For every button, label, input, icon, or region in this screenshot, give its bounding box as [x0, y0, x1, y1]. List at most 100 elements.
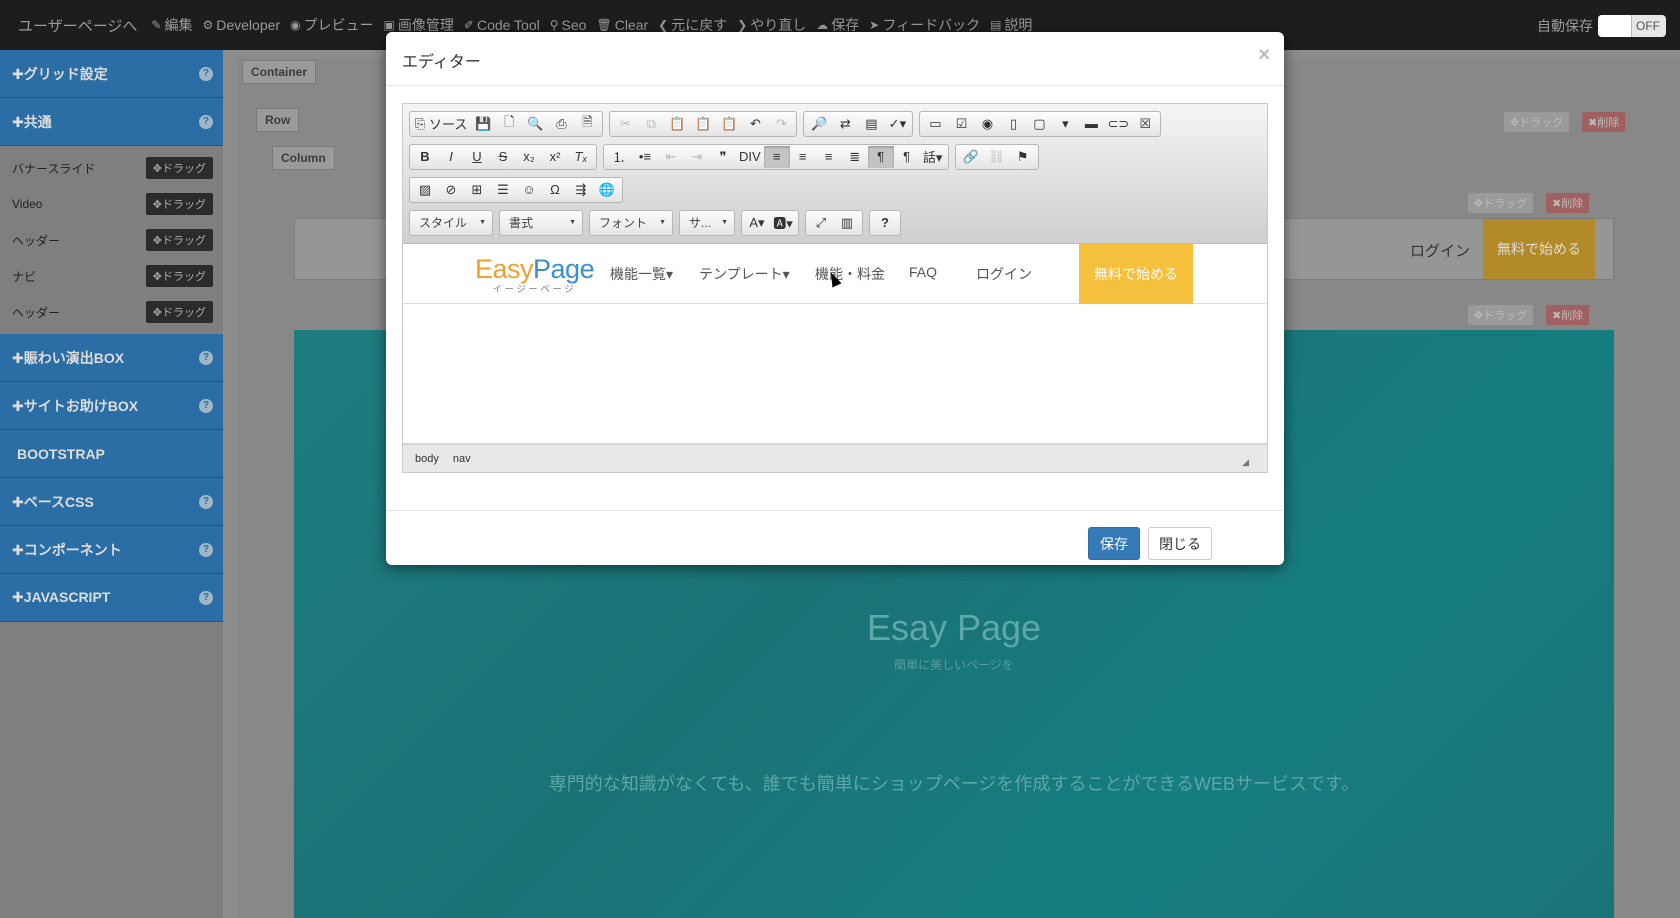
strike-icon[interactable]: S: [490, 146, 516, 168]
smiley-icon[interactable]: ☺: [516, 179, 542, 201]
sidebar-section-otasuke[interactable]: ✚サイトお助けBOX?: [0, 382, 223, 430]
sidebar-section-javascript[interactable]: ✚JAVASCRIPT?: [0, 574, 223, 622]
drag-handle[interactable]: ✥ドラッグ: [145, 301, 213, 323]
cut-icon[interactable]: ✂: [612, 113, 638, 135]
align-center-icon[interactable]: ≡: [790, 146, 816, 168]
show-blocks-icon[interactable]: ▥: [834, 212, 860, 234]
replace-icon[interactable]: ⇄: [832, 113, 858, 135]
undo-icon[interactable]: ↶: [742, 113, 768, 135]
table-icon[interactable]: ⊞: [464, 179, 490, 201]
anchor-flag-icon[interactable]: ⚑: [1010, 146, 1036, 168]
rtl-icon[interactable]: ¶: [894, 146, 920, 168]
numbered-list-icon[interactable]: ⒈: [606, 146, 632, 168]
maximize-icon[interactable]: ⤢: [808, 212, 834, 234]
textarea-icon[interactable]: ▢: [1026, 113, 1052, 135]
spellcheck-icon[interactable]: ✓▾: [884, 113, 910, 135]
hero-delete-button[interactable]: ✖削除: [1546, 305, 1590, 325]
outdent-icon[interactable]: ⇤: [658, 146, 684, 168]
paste-icon[interactable]: 📋: [664, 113, 690, 135]
paste-word-icon[interactable]: 📋: [716, 113, 742, 135]
path-body[interactable]: body: [415, 453, 439, 465]
toolbar-item[interactable]: ⚙ Developer: [202, 15, 280, 35]
select-field-icon[interactable]: ▾: [1052, 113, 1078, 135]
text-color-icon[interactable]: A▾: [744, 212, 770, 234]
drag-handle[interactable]: ✥ドラッグ: [145, 157, 213, 179]
drag-handle[interactable]: ✥ドラッグ: [145, 229, 213, 251]
autosave-toggle[interactable]: OFF: [1598, 15, 1666, 37]
resize-handle-icon[interactable]: ◢: [1242, 457, 1249, 468]
button-field-icon[interactable]: ▬: [1078, 113, 1104, 135]
sidebar-section-bootstrap[interactable]: BOOTSTRAP: [0, 430, 223, 478]
italic-icon[interactable]: I: [438, 146, 464, 168]
help-icon[interactable]: ?: [199, 115, 213, 129]
sidebar-section-nigiwai[interactable]: ✚賑わい演出BOX?: [0, 334, 223, 382]
row-label[interactable]: Row: [256, 108, 300, 132]
remove-format-icon[interactable]: Tₓ: [568, 146, 594, 168]
bg-color-icon[interactable]: 🅰▾: [770, 212, 796, 234]
size-dropdown[interactable]: サ... ▼: [679, 209, 735, 236]
help-icon[interactable]: ?: [199, 351, 213, 365]
bulleted-list-icon[interactable]: •≡: [632, 146, 658, 168]
sidebar-section-grid[interactable]: ✚グリッド設定?: [0, 50, 223, 98]
column-label[interactable]: Column: [272, 146, 335, 170]
superscript-icon[interactable]: x²: [542, 146, 568, 168]
indent-icon[interactable]: ⇥: [684, 146, 710, 168]
sidebar-section-common[interactable]: ✚共通?: [0, 98, 223, 146]
cta-start-free[interactable]: 無料で始める: [1079, 244, 1193, 304]
textfield-icon[interactable]: ▯: [1000, 113, 1026, 135]
paste-text-icon[interactable]: 📋: [690, 113, 716, 135]
help-icon[interactable]: ?: [872, 212, 898, 234]
help-icon[interactable]: ?: [199, 495, 213, 509]
sidebar-section-basecss[interactable]: ✚ベースCSS?: [0, 478, 223, 526]
ltr-icon[interactable]: ¶: [867, 145, 894, 168]
drag-handle[interactable]: ✥ドラッグ: [145, 265, 213, 287]
justify-icon[interactable]: ≣: [842, 146, 868, 168]
page-break-icon[interactable]: ⇶: [568, 179, 594, 201]
form-icon[interactable]: ▭: [922, 113, 948, 135]
align-left-icon[interactable]: ≡: [763, 145, 790, 168]
user-page-link[interactable]: ユーザーページへ: [0, 15, 137, 36]
copy-icon[interactable]: ⧉: [638, 113, 664, 135]
drag-handle[interactable]: ✥ドラッグ: [145, 193, 213, 215]
sidebar-section-component[interactable]: ✚コンポーネント?: [0, 526, 223, 574]
toolbar-item[interactable]: ✎ 編集: [151, 15, 192, 35]
close-button[interactable]: 閉じる: [1148, 527, 1212, 560]
underline-icon[interactable]: U: [464, 146, 490, 168]
format-dropdown[interactable]: 書式 ▼: [499, 209, 583, 236]
row-delete-button[interactable]: ✖削除: [1582, 112, 1626, 132]
help-icon[interactable]: ?: [199, 399, 213, 413]
link-icon[interactable]: 🔗: [958, 146, 984, 168]
nav-login[interactable]: ログイン: [976, 264, 1032, 284]
bold-icon[interactable]: B: [412, 146, 438, 168]
language-icon[interactable]: 話▾: [920, 146, 946, 168]
row-drag-button[interactable]: ✥ドラッグ: [1504, 112, 1570, 132]
save-button[interactable]: 保存: [1088, 527, 1140, 560]
templates-icon[interactable]: 🗎: [574, 113, 600, 135]
styles-dropdown[interactable]: スタイル ▼: [409, 209, 493, 236]
find-icon[interactable]: 🔎: [806, 113, 832, 135]
toolbar-item[interactable]: ◉ プレビュー: [290, 15, 373, 35]
flash-icon[interactable]: ⊘: [438, 179, 464, 201]
path-nav[interactable]: nav: [453, 453, 471, 465]
image-button-icon[interactable]: ⊂⊃: [1104, 113, 1132, 135]
subscript-icon[interactable]: x₂: [516, 146, 542, 168]
editor-content-area[interactable]: EasyPage イージーページ 機能一覧▾ テンプレート▾ 機能・料金 FAQ…: [403, 244, 1267, 444]
print-icon[interactable]: ⎙: [548, 113, 574, 135]
special-char-icon[interactable]: Ω: [542, 179, 568, 201]
checkbox-icon[interactable]: ☑: [948, 113, 974, 135]
new-page-icon[interactable]: 🗋: [496, 113, 522, 135]
hero-drag-button[interactable]: ✥ドラッグ: [1468, 305, 1534, 325]
select-all-icon[interactable]: ▤: [858, 113, 884, 135]
iframe-globe-icon[interactable]: 🌐: [594, 179, 620, 201]
col-delete-button[interactable]: ✖削除: [1546, 193, 1590, 213]
nav-faq[interactable]: FAQ: [909, 264, 937, 280]
unlink-icon[interactable]: ⛓: [984, 146, 1010, 168]
close-icon[interactable]: ×: [1258, 44, 1270, 67]
source-button[interactable]: ⎘ ソース: [412, 113, 470, 135]
save-doc-icon[interactable]: 💾: [470, 113, 496, 135]
align-right-icon[interactable]: ≡: [816, 146, 842, 168]
image-icon[interactable]: ▨: [412, 179, 438, 201]
help-icon[interactable]: ?: [199, 67, 213, 81]
div-container-icon[interactable]: DIV: [736, 146, 764, 168]
help-icon[interactable]: ?: [199, 543, 213, 557]
